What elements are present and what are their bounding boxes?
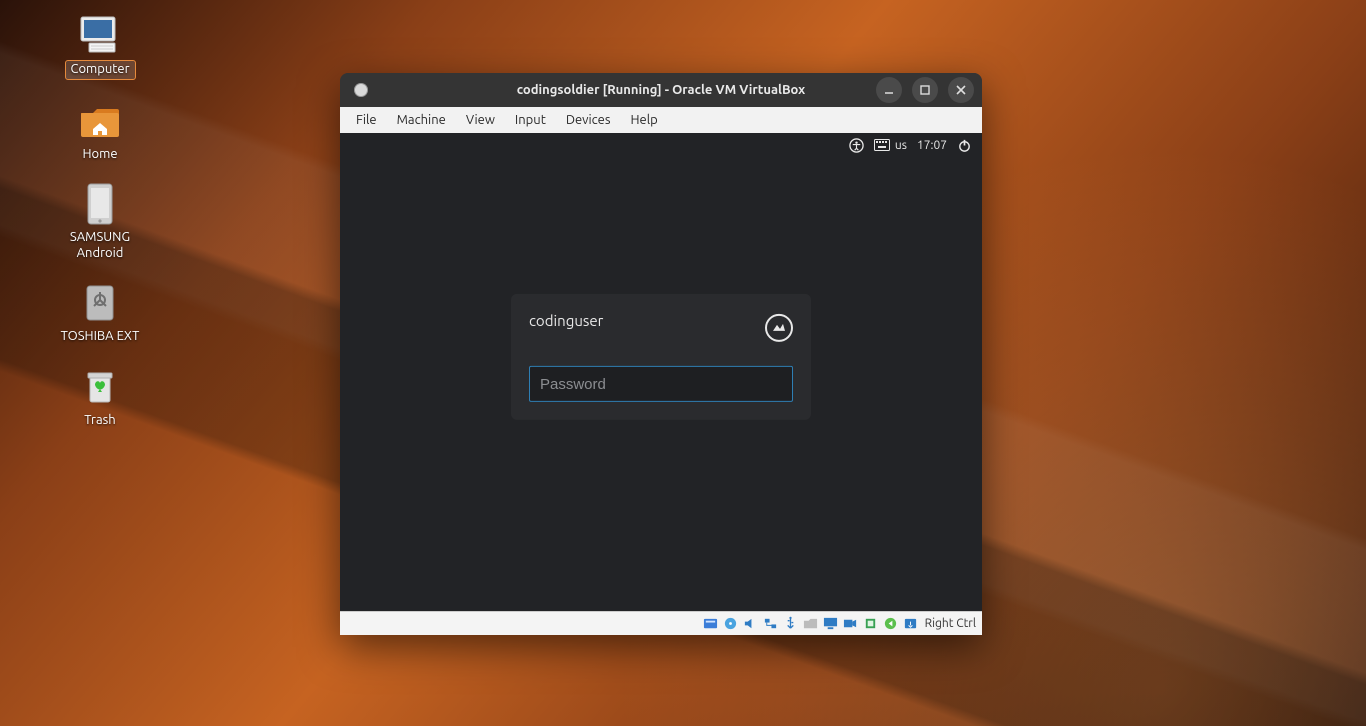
window-titlebar[interactable]: codingsoldier [Running] - Oracle VM Virt… bbox=[340, 73, 982, 107]
phone-icon bbox=[77, 183, 123, 225]
session-select-button[interactable] bbox=[765, 314, 793, 342]
status-usb-icon[interactable] bbox=[783, 616, 799, 632]
computer-icon bbox=[77, 14, 123, 56]
desktop-icon-label: SAMSUNG Android bbox=[50, 229, 150, 262]
desktop-icon-home[interactable]: Home bbox=[77, 100, 123, 164]
virtualbox-window: codingsoldier [Running] - Oracle VM Virt… bbox=[340, 73, 982, 635]
menu-input[interactable]: Input bbox=[505, 110, 556, 130]
status-recording-icon[interactable] bbox=[843, 616, 859, 632]
session-badge-icon bbox=[772, 321, 786, 335]
hostkey-label: Right Ctrl bbox=[923, 617, 976, 630]
maximize-icon bbox=[919, 84, 931, 96]
close-icon bbox=[955, 84, 967, 96]
folder-home-icon bbox=[77, 100, 123, 142]
minimize-icon bbox=[883, 84, 895, 96]
maximize-button[interactable] bbox=[912, 77, 938, 103]
status-mouse-integration-icon[interactable] bbox=[883, 616, 899, 632]
clock-text[interactable]: 17:07 bbox=[917, 139, 947, 152]
status-optical-icon[interactable] bbox=[723, 616, 739, 632]
virtualbox-statusbar: Right Ctrl bbox=[340, 611, 982, 635]
external-drive-icon bbox=[77, 282, 123, 324]
password-input[interactable] bbox=[529, 366, 793, 402]
window-title: codingsoldier [Running] - Oracle VM Virt… bbox=[517, 83, 805, 97]
desktop-icon-label: TOSHIBA EXT bbox=[56, 328, 145, 346]
host-desktop: Computer Home SAMSUNG Android bbox=[0, 0, 1366, 726]
accessibility-icon bbox=[849, 138, 864, 153]
login-card: codinguser bbox=[511, 294, 811, 420]
accessibility-indicator[interactable] bbox=[849, 138, 864, 153]
power-indicator[interactable] bbox=[957, 138, 972, 153]
desktop-icon-computer[interactable]: Computer bbox=[65, 14, 136, 80]
login-username: codinguser bbox=[529, 312, 603, 329]
status-harddisk-icon[interactable] bbox=[703, 616, 719, 632]
keyboard-layout-indicator[interactable]: us bbox=[874, 139, 907, 152]
status-shared-folder-icon[interactable] bbox=[803, 616, 819, 632]
desktop-icon-label: Computer bbox=[65, 60, 136, 80]
menu-help[interactable]: Help bbox=[621, 110, 668, 130]
guest-vm-screen: us 17:07 codinguser bbox=[340, 133, 982, 611]
power-icon bbox=[957, 138, 972, 153]
minimize-button[interactable] bbox=[876, 77, 902, 103]
menu-view[interactable]: View bbox=[456, 110, 505, 130]
window-controls bbox=[876, 77, 974, 103]
status-audio-icon[interactable] bbox=[743, 616, 759, 632]
keyboard-icon bbox=[874, 139, 890, 151]
trash-icon bbox=[77, 366, 123, 408]
menu-devices[interactable]: Devices bbox=[556, 110, 621, 130]
status-display-icon[interactable] bbox=[823, 616, 839, 632]
guest-topbar: us 17:07 bbox=[340, 133, 982, 157]
keyboard-layout-text: us bbox=[895, 139, 907, 152]
virtualbox-menubar: File Machine View Input Devices Help bbox=[340, 107, 982, 133]
desktop-icon-label: Home bbox=[77, 146, 122, 164]
window-app-icon bbox=[354, 83, 368, 97]
menu-machine[interactable]: Machine bbox=[387, 110, 456, 130]
close-button[interactable] bbox=[948, 77, 974, 103]
desktop-icon-toshiba-ext[interactable]: TOSHIBA EXT bbox=[56, 282, 145, 346]
status-cpu-icon[interactable] bbox=[863, 616, 879, 632]
desktop-icon-trash[interactable]: Trash bbox=[77, 366, 123, 430]
menu-file[interactable]: File bbox=[346, 110, 387, 130]
desktop-icons-column: Computer Home SAMSUNG Android bbox=[50, 14, 150, 430]
status-network-icon[interactable] bbox=[763, 616, 779, 632]
desktop-icon-label: Trash bbox=[79, 412, 120, 430]
status-keyboard-capture-icon[interactable] bbox=[903, 616, 919, 632]
desktop-icon-samsung-android[interactable]: SAMSUNG Android bbox=[50, 183, 150, 262]
